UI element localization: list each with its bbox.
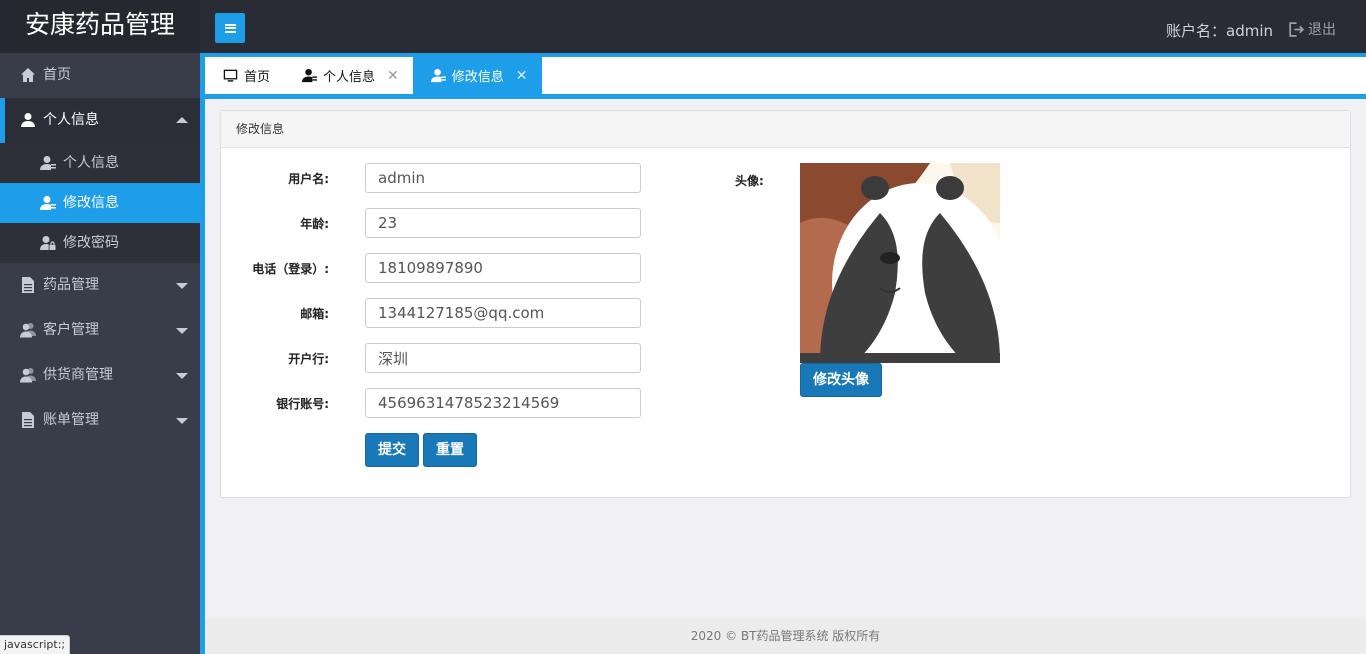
account-name: 账户名：admin — [1166, 22, 1273, 40]
tab-bar: 首页 个人信息 ✕ 修改信息 ✕ — [205, 53, 1366, 99]
home-icon — [21, 68, 35, 82]
sidebar-item-home[interactable]: 首页 — [0, 53, 200, 98]
logout-icon — [1289, 21, 1304, 37]
reset-button[interactable]: 重置 — [423, 433, 477, 467]
user-card-icon — [302, 68, 318, 83]
age-label: 年龄: — [300, 217, 329, 231]
tab-edit-info[interactable]: 修改信息 ✕ — [412, 57, 542, 94]
sidebar: 首页 个人信息 个人信息 修改信息 修改密码 药品管理 客户管理 供货商管理 账… — [0, 53, 200, 654]
user-icon — [21, 113, 35, 127]
sidebar-item-label: 供货商管理 — [43, 367, 113, 383]
bank-input[interactable] — [365, 343, 641, 373]
username-input[interactable] — [365, 163, 641, 193]
phone-input[interactable] — [365, 253, 641, 283]
form-row-phone: 电话（登录）: — [221, 253, 671, 283]
sidebar-item-label: 药品管理 — [43, 277, 99, 293]
edit-info-panel: 修改信息 用户名: 年龄: 电话（登录）: 邮箱: 开户行: 银行账号: 提交 … — [220, 110, 1351, 498]
tab-label: 修改信息 — [451, 70, 504, 85]
panel-title: 修改信息 — [221, 111, 1350, 148]
bank-account-label: 银行账号: — [276, 397, 329, 411]
bank-account-input[interactable] — [365, 388, 641, 418]
top-header: 安康药品管理 账户名：admin 退出 — [0, 0, 1366, 53]
sidebar-item-drug-management[interactable]: 药品管理 — [0, 263, 200, 308]
form-row-username: 用户名: — [221, 163, 671, 193]
tab-home[interactable]: 首页 — [205, 57, 284, 94]
menu-toggle-button[interactable] — [215, 13, 245, 43]
submit-button[interactable]: 提交 — [365, 433, 419, 467]
form-row-bank-account: 银行账号: — [221, 388, 671, 418]
change-avatar-button[interactable]: 修改头像 — [800, 363, 882, 397]
tab-personal-info[interactable]: 个人信息 ✕ — [284, 57, 413, 94]
status-bar-tooltip: javascript:; — [0, 635, 71, 654]
tab-label: 首页 — [244, 70, 271, 85]
user-edit-icon — [430, 68, 446, 83]
form-row-bank: 开户行: — [221, 343, 671, 373]
app-title: 安康药品管理 — [0, 0, 200, 53]
chevron-down-icon — [176, 328, 188, 334]
sidebar-item-personal-info[interactable]: 个人信息 — [0, 98, 200, 143]
document-icon — [22, 277, 34, 293]
sidebar-subitem-personal-info[interactable]: 个人信息 — [0, 143, 200, 183]
avatar-label: 头像: — [735, 174, 764, 188]
close-icon[interactable]: ✕ — [516, 68, 528, 84]
logout-button[interactable]: 退出 — [1287, 19, 1336, 39]
sidebar-item-customer-management[interactable]: 客户管理 — [0, 308, 200, 353]
user-card-icon — [40, 156, 56, 170]
chevron-down-icon — [176, 418, 188, 424]
form-row-age: 年龄: — [221, 208, 671, 238]
hamburger-icon — [224, 23, 236, 33]
sidebar-item-label: 首页 — [43, 67, 71, 83]
form-row-email: 邮箱: — [221, 298, 671, 328]
users-icon — [20, 323, 36, 338]
username-label: 用户名: — [288, 172, 329, 186]
sidebar-subitem-edit-info[interactable]: 修改信息 — [0, 183, 200, 223]
age-input[interactable] — [365, 208, 641, 238]
document-icon — [22, 412, 34, 428]
sidebar-subitem-label: 个人信息 — [63, 155, 119, 171]
sidebar-subitem-change-password[interactable]: 修改密码 — [0, 223, 200, 263]
bank-label: 开户行: — [288, 352, 329, 366]
sidebar-subitem-label: 修改密码 — [63, 235, 119, 251]
close-icon[interactable]: ✕ — [387, 68, 399, 84]
chevron-down-icon — [176, 373, 188, 379]
user-lock-icon — [40, 236, 56, 250]
users-icon — [20, 368, 36, 383]
sidebar-subitem-label: 修改信息 — [63, 195, 119, 211]
chevron-up-icon — [176, 117, 188, 123]
phone-label: 电话（登录）: — [252, 262, 329, 276]
sidebar-item-supplier-management[interactable]: 供货商管理 — [0, 353, 200, 398]
avatar-image — [800, 163, 1000, 363]
monitor-icon — [223, 69, 238, 82]
user-edit-icon — [40, 196, 56, 210]
sidebar-submenu: 个人信息 修改信息 修改密码 — [0, 143, 200, 263]
sidebar-item-label: 客户管理 — [43, 322, 99, 338]
chevron-down-icon — [176, 283, 188, 289]
sidebar-item-label: 个人信息 — [43, 112, 99, 128]
email-input[interactable] — [365, 298, 641, 328]
sidebar-item-label: 账单管理 — [43, 412, 99, 428]
sidebar-item-bill-management[interactable]: 账单管理 — [0, 398, 200, 443]
logout-label: 退出 — [1308, 22, 1336, 38]
tab-label: 个人信息 — [323, 70, 376, 85]
footer: 2020 © BT药品管理系统 版权所有 — [205, 618, 1366, 654]
email-label: 邮箱: — [300, 307, 329, 321]
main-content: 首页 个人信息 ✕ 修改信息 ✕ 修改信息 用户名: 年龄: 电话（登录）: — [200, 53, 1366, 654]
